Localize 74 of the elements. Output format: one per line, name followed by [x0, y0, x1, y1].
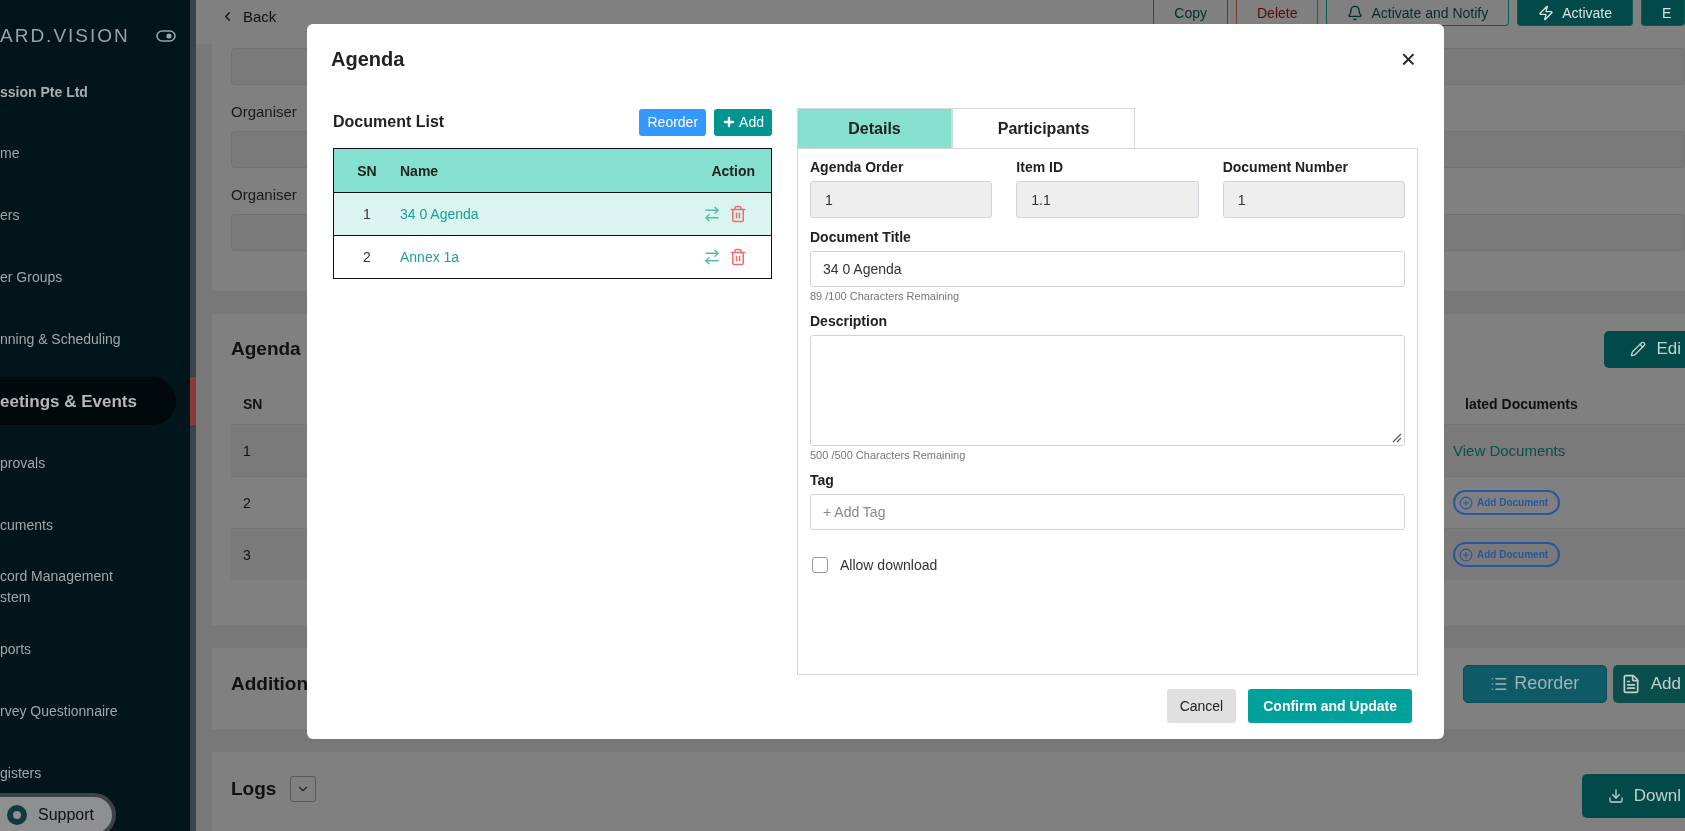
readonly-field: 1.1	[1016, 181, 1199, 218]
swap-icon[interactable]	[703, 205, 721, 223]
checkbox[interactable]	[812, 557, 828, 573]
plus-icon	[1459, 495, 1473, 510]
readonly-field: 1	[1222, 181, 1405, 218]
column-header: SN	[356, 162, 378, 179]
table-row[interactable]: 1 34 0 Agenda	[334, 192, 771, 235]
table-cell: 3	[243, 546, 251, 563]
nav-item[interactable]: cord Management stem	[0, 563, 176, 611]
dialog-title: Agenda	[331, 47, 405, 71]
support-icon	[6, 804, 28, 826]
table-cell: 1	[243, 442, 251, 459]
table-cell: 2	[243, 494, 251, 511]
section-title: Logs	[231, 778, 277, 801]
tab[interactable]: Details	[797, 108, 952, 148]
download-icon	[1607, 788, 1624, 805]
reorder-button[interactable]: Reorder	[1462, 664, 1607, 703]
plus-icon	[1459, 547, 1473, 562]
trash-icon[interactable]	[729, 248, 747, 266]
nav-item[interactable]: ports	[0, 625, 176, 673]
brand-logo: ARD.VISION	[0, 25, 130, 47]
pencil-icon	[1630, 341, 1647, 357]
column-header: SN	[243, 396, 263, 412]
character-counter: 500 /500 Characters Remaining	[810, 448, 967, 463]
edit-button[interactable]: Edi	[1604, 330, 1685, 368]
add-button[interactable]: Add	[1612, 664, 1685, 703]
checkbox-label: Allow download	[840, 557, 938, 573]
field-label: Item ID	[1016, 159, 1064, 177]
lightning-icon	[1538, 4, 1555, 21]
close-button[interactable]: ×	[1400, 46, 1416, 72]
nav-item[interactable]: me	[0, 129, 176, 177]
title-field[interactable]: 34 0 Agenda	[810, 251, 1405, 287]
nav-item[interactable]: rvey Questionnaire	[0, 687, 176, 735]
field-label: Organiser	[231, 186, 297, 203]
cancel-button[interactable]: Cancel	[1166, 689, 1237, 723]
back-link[interactable]: Back	[220, 8, 277, 25]
nav-item[interactable]: nning & Scheduling	[0, 315, 176, 363]
toolbar-button[interactable]: Activate	[1517, 0, 1633, 26]
organization-name: ssion Pte Ltd	[0, 83, 89, 102]
column-header: lated Documents	[1465, 396, 1578, 412]
download-button[interactable]: Downl	[1581, 774, 1685, 819]
table-cell-text: 2	[362, 249, 372, 265]
field-label: Organiser	[231, 103, 297, 120]
field-label: Tag	[810, 472, 835, 490]
description-field[interactable]	[810, 335, 1405, 446]
column-header: Name	[400, 162, 440, 179]
toolbar-button[interactable]: E	[1641, 0, 1685, 26]
nav-item[interactable]: cuments	[0, 501, 176, 549]
add-button[interactable]: Add	[714, 108, 772, 136]
toggle-icon[interactable]	[156, 30, 176, 42]
tab[interactable]: Participants	[952, 108, 1135, 148]
field-label: Document Number	[1222, 159, 1349, 177]
nav-item[interactable]: er Groups	[0, 253, 176, 301]
field-label: Agenda Order	[810, 159, 905, 177]
table-cell-text: 1	[362, 206, 372, 222]
section-title: Addition	[231, 672, 309, 695]
readonly-field: 1	[810, 181, 993, 218]
plus-icon	[722, 115, 737, 129]
list-title: Document List	[333, 113, 445, 131]
nav-item[interactable]: ers	[0, 191, 176, 239]
nav-item[interactable]: provals	[0, 439, 176, 487]
swap-icon[interactable]	[703, 248, 721, 266]
character-counter: 89 /100 Characters Remaining	[810, 289, 961, 304]
support-button[interactable]: Support	[0, 793, 116, 831]
tag-field[interactable]: + Add Tag	[810, 494, 1405, 530]
bell-icon	[1347, 4, 1364, 21]
trash-icon[interactable]	[729, 205, 747, 223]
column-header: Action	[710, 162, 756, 179]
section-title: Agenda	[231, 338, 301, 360]
field-label: Document Title	[810, 229, 912, 247]
field-label: Description	[810, 313, 888, 331]
expand-button[interactable]	[290, 776, 317, 803]
resize-grip-icon	[1392, 433, 1402, 443]
active-indicator	[190, 377, 196, 425]
